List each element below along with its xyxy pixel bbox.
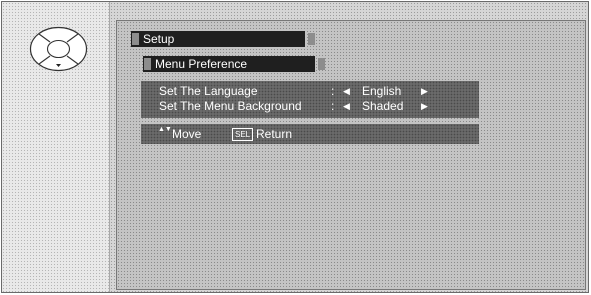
setting-label: Set The Menu Background	[159, 99, 302, 113]
submenu-menu-preference[interactable]: Menu Preference	[143, 56, 325, 72]
background-value: Shaded	[362, 99, 404, 113]
separator: :	[331, 84, 335, 98]
language-value: English	[362, 84, 402, 98]
dpad-icon[interactable]	[29, 26, 88, 72]
sidebar	[2, 2, 110, 292]
hint-bar: ▲▼ Move SEL Return	[141, 124, 479, 144]
setting-label: Set The Language	[159, 84, 258, 98]
tab-cap-icon	[308, 33, 315, 45]
left-arrow-icon[interactable]: ◀	[343, 99, 350, 113]
return-hint-label: Return	[256, 127, 293, 141]
move-hint-label: Move	[172, 127, 202, 141]
updown-icon: ▲▼	[158, 126, 172, 133]
tab-cap-icon	[132, 33, 139, 45]
settings-list: Set The Language : ◀ English ▶ Set The M…	[141, 81, 479, 118]
submenu-label: Menu Preference	[155, 57, 248, 71]
menu-title-label: Setup	[143, 32, 175, 46]
menu-title-setup[interactable]: Setup	[131, 31, 315, 47]
right-arrow-icon[interactable]: ▶	[421, 99, 428, 113]
left-arrow-icon[interactable]: ◀	[343, 84, 350, 98]
tab-cap-icon	[144, 58, 151, 70]
separator: :	[331, 99, 335, 113]
right-arrow-icon[interactable]: ▶	[421, 84, 428, 98]
sel-key-icon: SEL	[232, 128, 254, 141]
tab-cap-icon	[318, 58, 325, 70]
